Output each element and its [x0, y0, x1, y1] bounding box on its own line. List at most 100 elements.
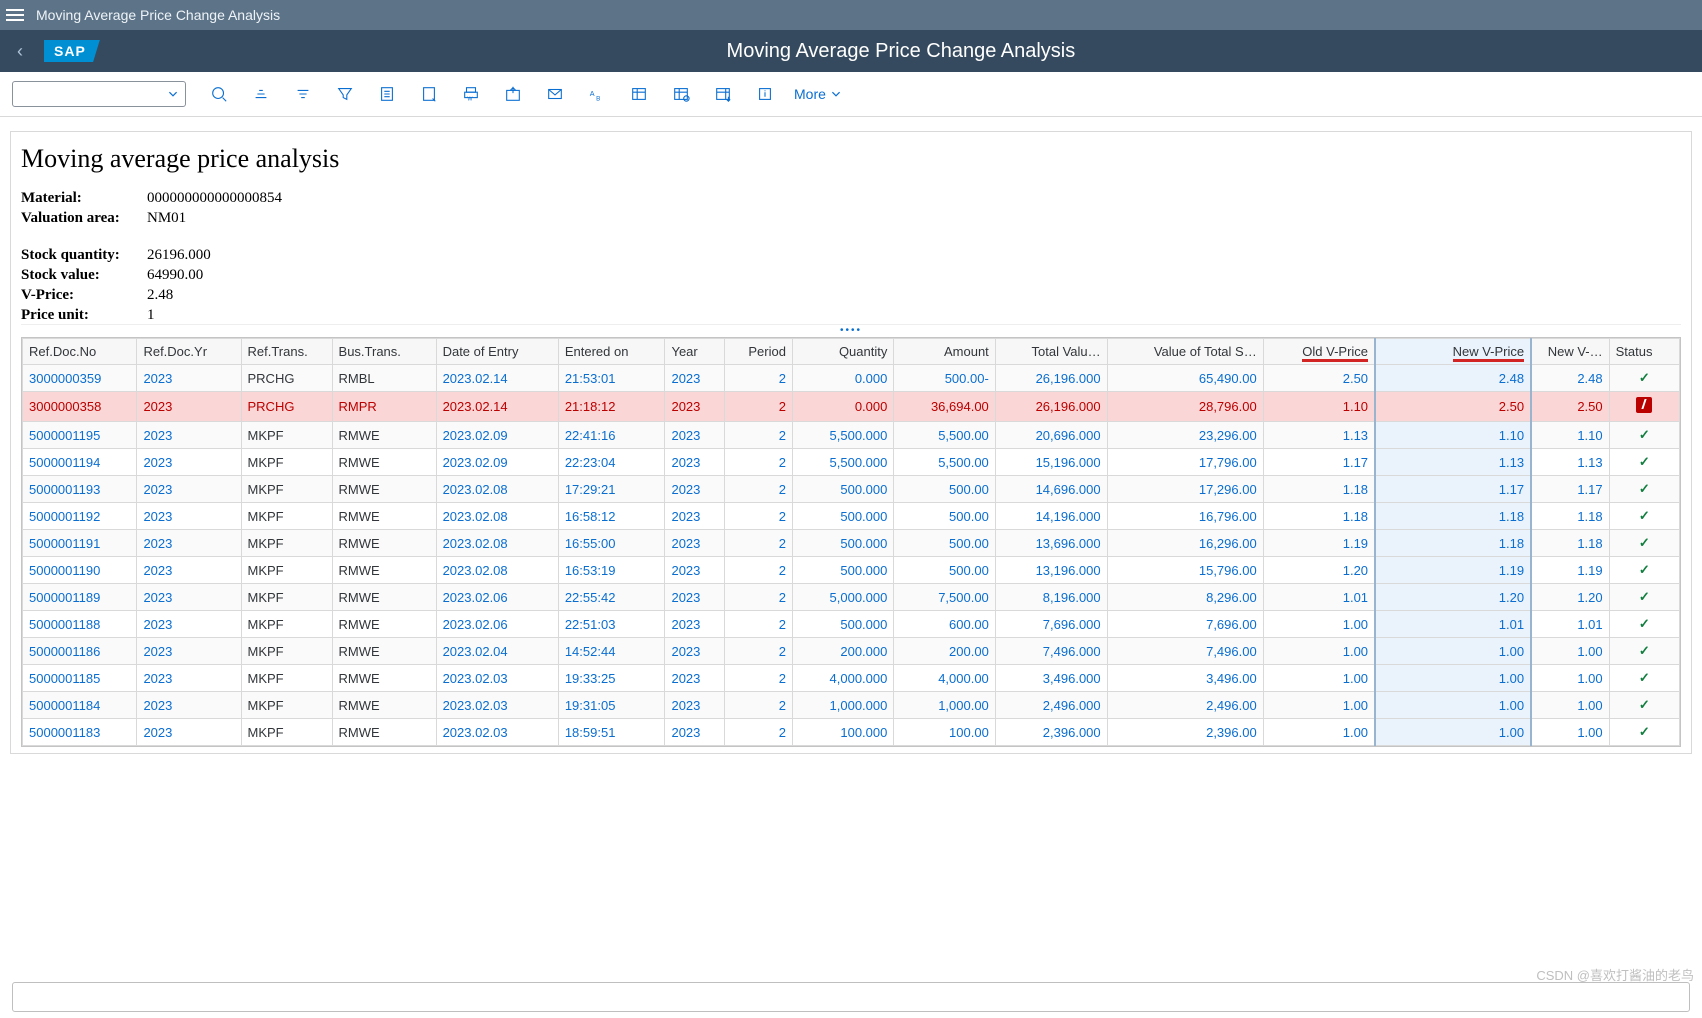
- layout-icon[interactable]: [618, 72, 660, 116]
- cell-refdocno[interactable]: 5000001188: [23, 611, 137, 638]
- cell-valuetotal: 7,496.00: [1107, 638, 1263, 665]
- col-entered[interactable]: Entered on: [558, 339, 665, 365]
- cell-new-vprice: 1.00: [1375, 638, 1531, 665]
- cell-refdocno[interactable]: 3000000358: [23, 392, 137, 422]
- filter-icon[interactable]: [324, 72, 366, 116]
- footer-bar: [12, 982, 1690, 1012]
- table-row[interactable]: 50000011952023MKPFRMWE2023.02.0922:41:16…: [23, 422, 1680, 449]
- cell-period: 2: [725, 449, 793, 476]
- info-icon[interactable]: [744, 72, 786, 116]
- cell-new-vprice: 1.00: [1375, 692, 1531, 719]
- cell-entered: 21:18:12: [558, 392, 665, 422]
- cell-refdocno[interactable]: 5000001191: [23, 530, 137, 557]
- subtotal-icon[interactable]: [408, 72, 450, 116]
- col-valuetotal[interactable]: Value of Total S…: [1107, 339, 1263, 365]
- cell-refdocno[interactable]: 3000000359: [23, 365, 137, 392]
- cell-refdocno[interactable]: 5000001186: [23, 638, 137, 665]
- cell-refdocno[interactable]: 5000001193: [23, 476, 137, 503]
- col-year[interactable]: Year: [665, 339, 725, 365]
- cell-refdocno[interactable]: 5000001190: [23, 557, 137, 584]
- cell-year: 2023: [665, 557, 725, 584]
- col-period[interactable]: Period: [725, 339, 793, 365]
- label-price-unit: Price unit:: [21, 307, 141, 324]
- table-row[interactable]: 50000011932023MKPFRMWE2023.02.0817:29:21…: [23, 476, 1680, 503]
- cell-old-vprice: 1.01: [1263, 584, 1375, 611]
- results-grid[interactable]: Ref.Doc.No Ref.Doc.Yr Ref.Trans. Bus.Tra…: [21, 337, 1681, 747]
- cell-year: 2023: [665, 422, 725, 449]
- details-icon[interactable]: [198, 72, 240, 116]
- abc-icon[interactable]: AB: [576, 72, 618, 116]
- status-ok-icon: ✓: [1639, 481, 1650, 496]
- col-new-vprice[interactable]: New V-Price: [1375, 339, 1531, 365]
- total-icon[interactable]: [366, 72, 408, 116]
- cell-year: 2023: [665, 365, 725, 392]
- table-row[interactable]: 30000003582023PRCHGRMPR2023.02.1421:18:1…: [23, 392, 1680, 422]
- cell-refdocno[interactable]: 5000001194: [23, 449, 137, 476]
- cell-totalval: 15,196.000: [995, 449, 1107, 476]
- cell-newv: 1.00: [1531, 665, 1609, 692]
- cell-refdocno[interactable]: 5000001189: [23, 584, 137, 611]
- variant-select[interactable]: [12, 81, 186, 107]
- table-row[interactable]: 50000011922023MKPFRMWE2023.02.0816:58:12…: [23, 503, 1680, 530]
- layout-settings-icon[interactable]: [660, 72, 702, 116]
- value-stock-qty: 26196.000: [147, 247, 1681, 264]
- cell-totalval: 2,396.000: [995, 719, 1107, 746]
- cell-new-vprice: 2.48: [1375, 365, 1531, 392]
- cell-qty: 4,000.000: [792, 665, 893, 692]
- col-bustrans[interactable]: Bus.Trans.: [332, 339, 436, 365]
- cell-date: 2023.02.03: [436, 665, 558, 692]
- table-row[interactable]: 50000011842023MKPFRMWE2023.02.0319:31:05…: [23, 692, 1680, 719]
- cell-totalval: 13,696.000: [995, 530, 1107, 557]
- cell-valuetotal: 16,296.00: [1107, 530, 1263, 557]
- cell-amount: 600.00: [894, 611, 995, 638]
- cell-newv: 1.00: [1531, 638, 1609, 665]
- table-row[interactable]: 50000011832023MKPFRMWE2023.02.0318:59:51…: [23, 719, 1680, 746]
- splitter-handle[interactable]: ••••: [21, 324, 1681, 337]
- col-old-vprice[interactable]: Old V-Price: [1263, 339, 1375, 365]
- layout-save-icon[interactable]: [702, 72, 744, 116]
- menu-icon[interactable]: [6, 6, 24, 24]
- col-reftrans[interactable]: Ref.Trans.: [241, 339, 332, 365]
- sort-asc-icon[interactable]: [240, 72, 282, 116]
- cell-bustrans: RMWE: [332, 530, 436, 557]
- toolbar: W AB More: [0, 72, 1702, 117]
- table-row[interactable]: 50000011892023MKPFRMWE2023.02.0622:55:42…: [23, 584, 1680, 611]
- cell-refdocno[interactable]: 5000001192: [23, 503, 137, 530]
- cell-refdocno[interactable]: 5000001184: [23, 692, 137, 719]
- table-row[interactable]: 50000011912023MKPFRMWE2023.02.0816:55:00…: [23, 530, 1680, 557]
- cell-refdocno[interactable]: 5000001183: [23, 719, 137, 746]
- cell-entered: 21:53:01: [558, 365, 665, 392]
- mail-icon[interactable]: [534, 72, 576, 116]
- table-row[interactable]: 50000011852023MKPFRMWE2023.02.0319:33:25…: [23, 665, 1680, 692]
- table-row[interactable]: 50000011882023MKPFRMWE2023.02.0622:51:03…: [23, 611, 1680, 638]
- cell-amount: 500.00: [894, 557, 995, 584]
- col-refdocyr[interactable]: Ref.Doc.Yr: [137, 339, 241, 365]
- col-newv[interactable]: New V-…: [1531, 339, 1609, 365]
- cell-valuetotal: 17,796.00: [1107, 449, 1263, 476]
- cell-period: 2: [725, 557, 793, 584]
- sort-desc-icon[interactable]: [282, 72, 324, 116]
- col-date[interactable]: Date of Entry: [436, 339, 558, 365]
- col-refdocno[interactable]: Ref.Doc.No: [23, 339, 137, 365]
- cell-valuetotal: 28,796.00: [1107, 392, 1263, 422]
- cell-old-vprice: 1.17: [1263, 449, 1375, 476]
- col-totalval[interactable]: Total Valu…: [995, 339, 1107, 365]
- cell-refdocyr: 2023: [137, 422, 241, 449]
- more-button[interactable]: More: [794, 86, 842, 102]
- table-row[interactable]: 50000011942023MKPFRMWE2023.02.0922:23:04…: [23, 449, 1680, 476]
- cell-refdocno[interactable]: 5000001195: [23, 422, 137, 449]
- status-ok-icon: ✓: [1639, 370, 1650, 385]
- cell-date: 2023.02.03: [436, 719, 558, 746]
- col-status[interactable]: Status: [1609, 339, 1679, 365]
- print-icon[interactable]: W: [450, 72, 492, 116]
- back-button[interactable]: ‹: [0, 41, 40, 62]
- cell-totalval: 20,696.000: [995, 422, 1107, 449]
- table-row[interactable]: 50000011862023MKPFRMWE2023.02.0414:52:44…: [23, 638, 1680, 665]
- cell-newv: 1.00: [1531, 692, 1609, 719]
- export-icon[interactable]: [492, 72, 534, 116]
- col-amount[interactable]: Amount: [894, 339, 995, 365]
- table-row[interactable]: 30000003592023PRCHGRMBL2023.02.1421:53:0…: [23, 365, 1680, 392]
- cell-refdocno[interactable]: 5000001185: [23, 665, 137, 692]
- table-row[interactable]: 50000011902023MKPFRMWE2023.02.0816:53:19…: [23, 557, 1680, 584]
- col-qty[interactable]: Quantity: [792, 339, 893, 365]
